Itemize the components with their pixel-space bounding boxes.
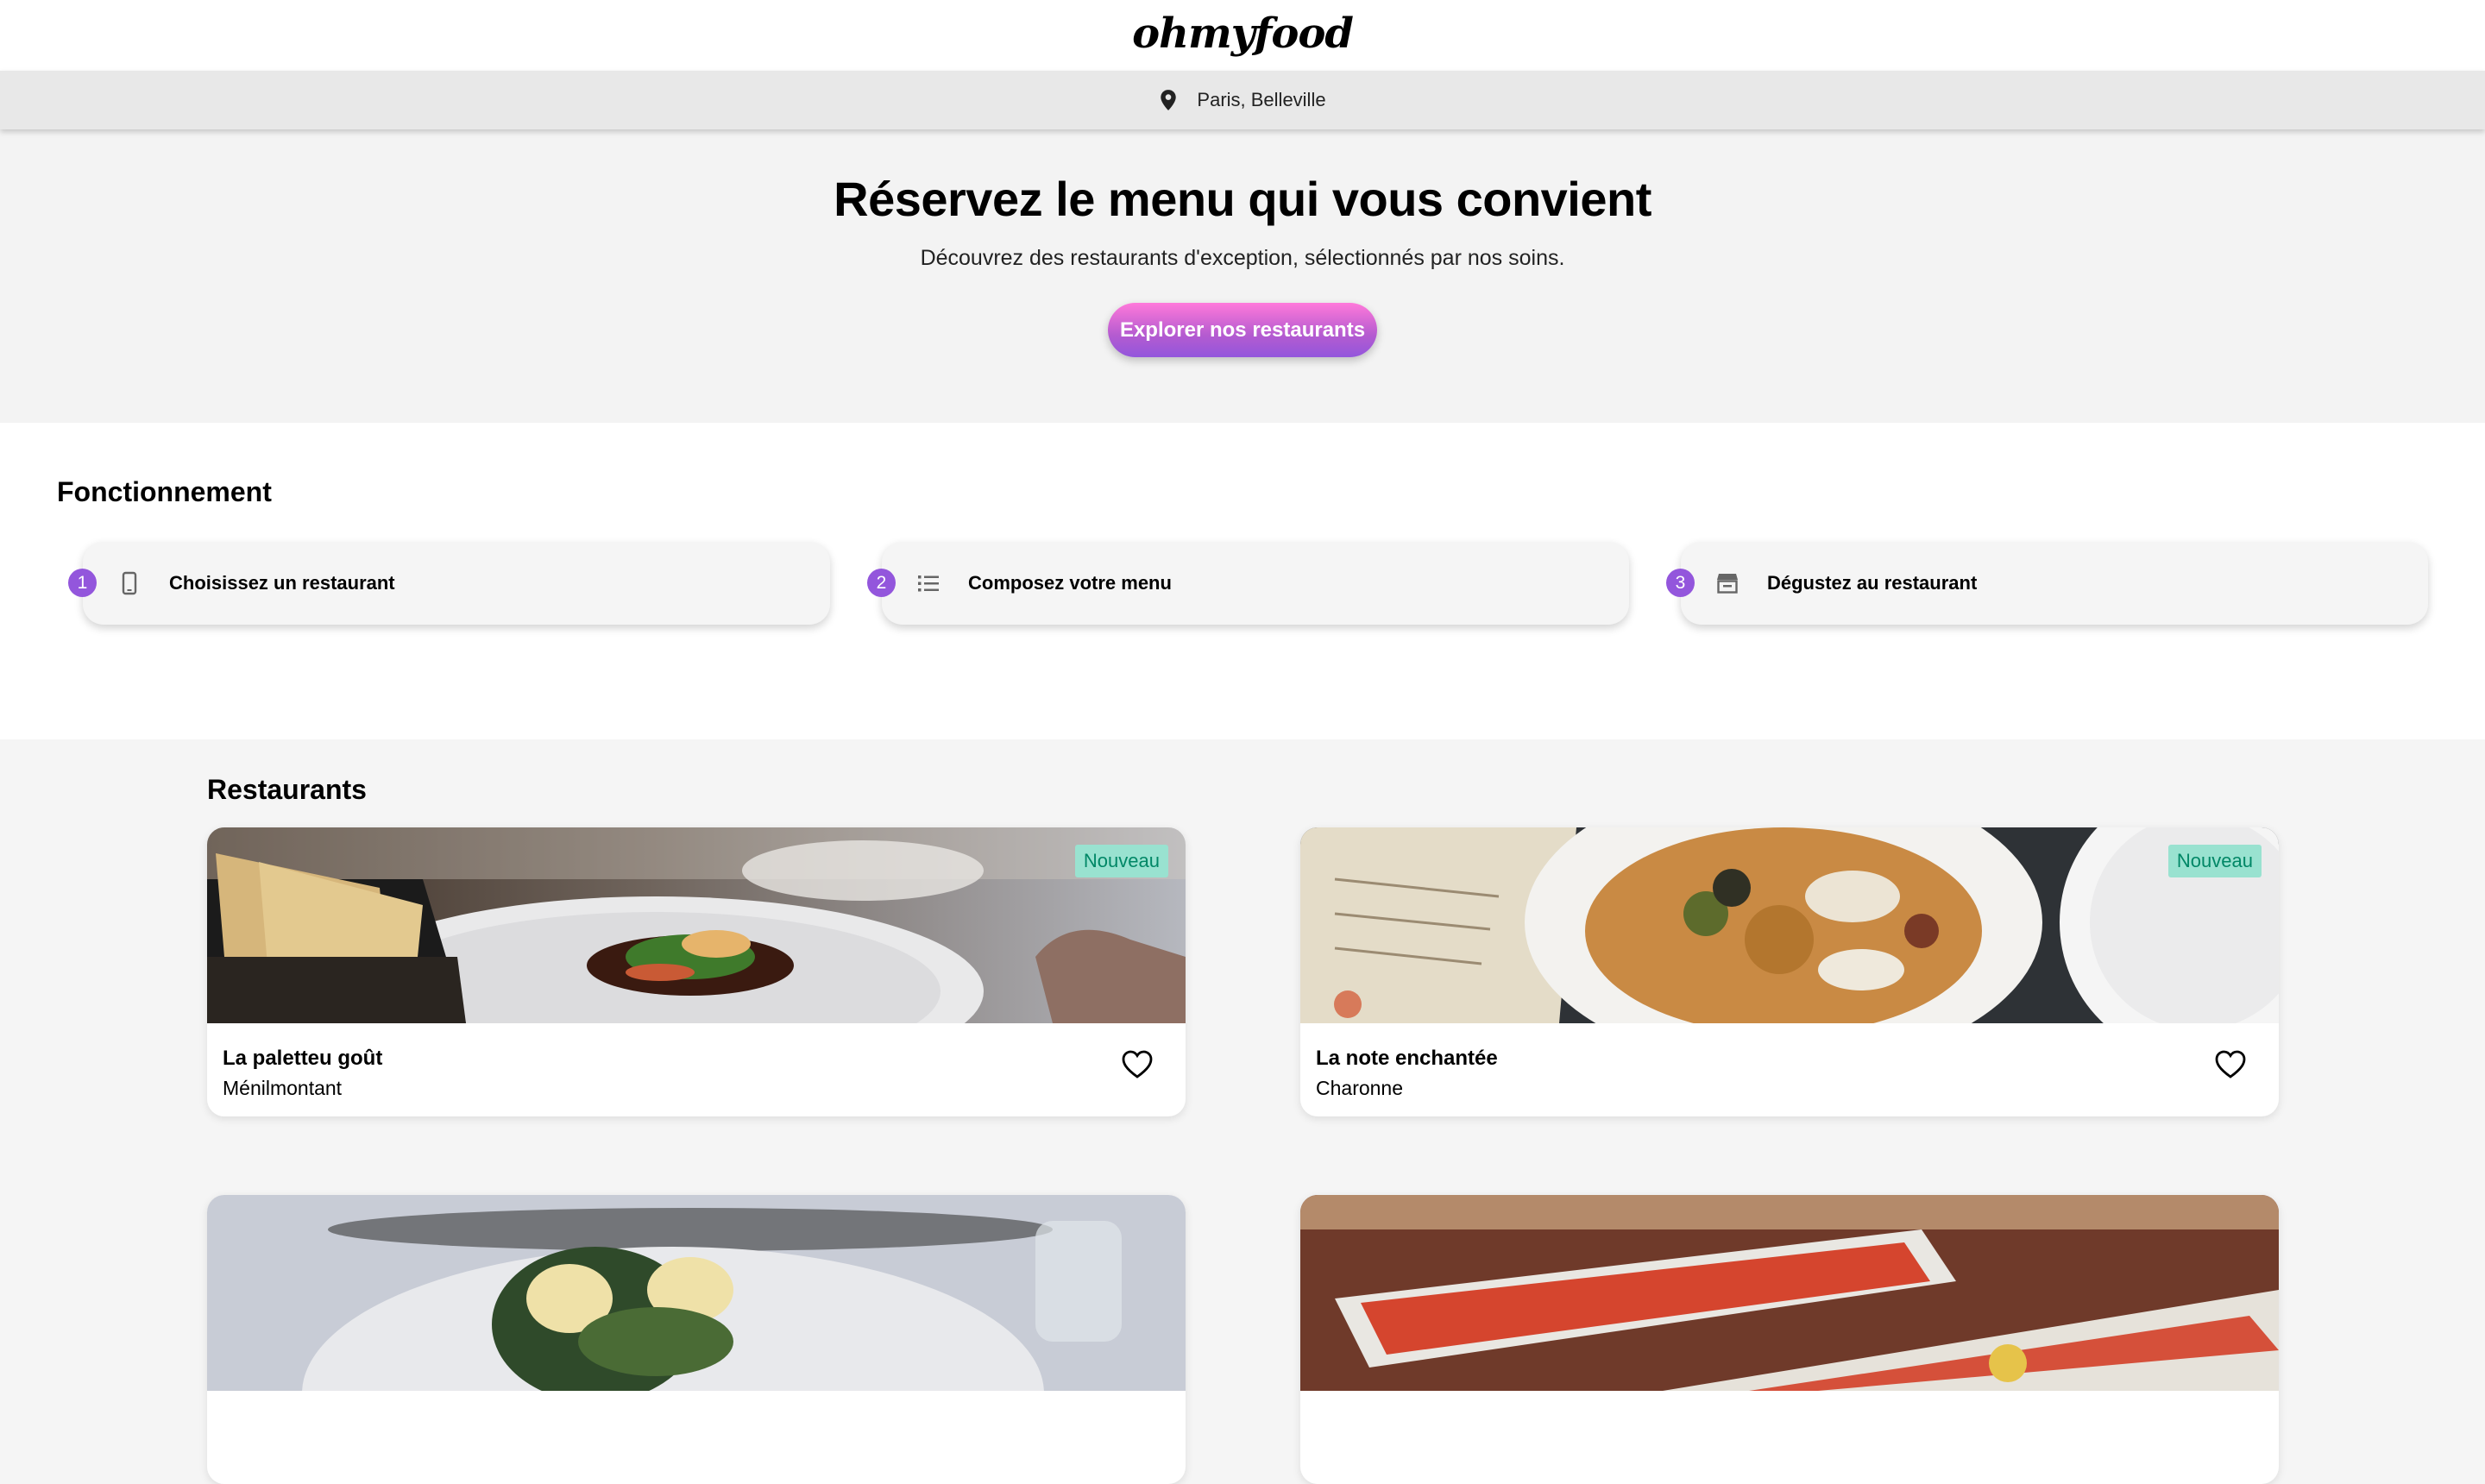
step-label: Choisissez un restaurant [169,572,395,594]
new-badge: Nouveau [2167,845,2262,877]
restaurant-name: La paletteu goût [223,1047,383,1070]
step-3[interactable]: 3 Dégustez au restaurant [1666,542,2428,625]
site-header: ohmyfood [0,0,2485,71]
restaurants-section: Restaurants Nouveau La paletteu goût Mén… [0,739,2485,1484]
hero-section: Réservez le menu qui vous convient Décou… [0,129,2485,423]
restaurant-area: Charonne [1316,1077,1404,1099]
restaurant-photo: Nouveau [207,827,1186,1023]
step-number: 3 [1666,569,1695,597]
explore-restaurants-button[interactable]: Explorer nos restaurants [1108,303,1377,357]
hero-subtitle: Découvrez des restaurants d'exception, s… [920,246,1565,270]
map-pin-icon [1161,90,1177,110]
smartphone-icon [122,571,137,595]
restaurant-area: Ménilmontant [223,1077,343,1099]
restaurant-card[interactable] [207,1195,1186,1484]
ohmyfood-logo[interactable]: ohmyfood [1132,9,1354,58]
step-number: 1 [68,569,97,597]
how-it-works-title: Fonctionnement [57,476,272,507]
new-badge: Nouveau [1074,845,1168,877]
restaurant-photo [207,1195,1186,1391]
hero-title: Réservez le menu qui vous convient [834,172,1651,226]
restaurant-photo: Nouveau [1300,827,2279,1023]
heart-icon[interactable] [2215,1050,2246,1079]
restaurant-name: La note enchantée [1316,1047,1498,1070]
store-icon [1717,574,1738,594]
restaurants-title: Restaurants [207,774,367,805]
list-icon [918,575,939,592]
how-it-works-section: Fonctionnement 1 Choisissez un restauran… [0,423,2485,739]
location-text: Paris, Belleville [1197,89,1326,110]
step-label: Composez votre menu [968,572,1172,594]
restaurant-card[interactable] [1300,1195,2279,1484]
restaurant-card[interactable]: Nouveau La note enchantée Charonne [1300,827,2279,1116]
restaurant-photo [1300,1195,2279,1391]
step-1[interactable]: 1 Choisissez un restaurant [68,542,830,625]
location-bar[interactable]: Paris, Belleville [0,71,2485,129]
step-label: Dégustez au restaurant [1767,572,1978,594]
step-number: 2 [867,569,896,597]
heart-icon[interactable] [1122,1050,1153,1079]
restaurant-card[interactable]: Nouveau La paletteu goût Ménilmontant [207,827,1186,1116]
step-2[interactable]: 2 Composez votre menu [867,542,1629,625]
